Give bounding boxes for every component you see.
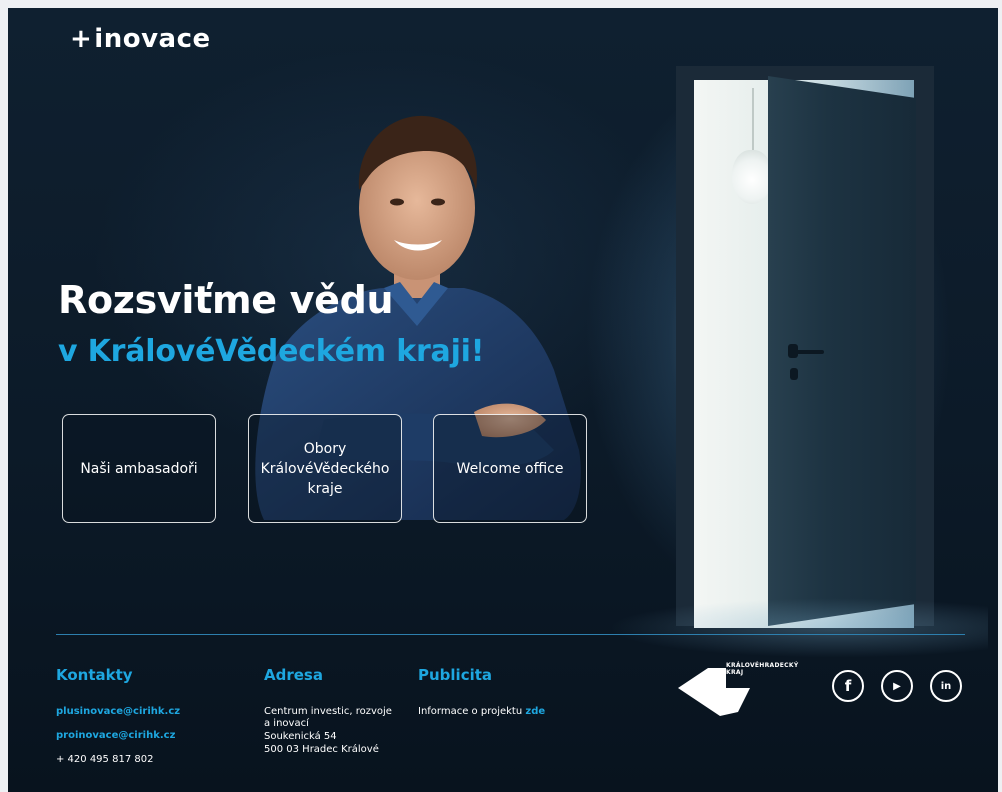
publicity-heading: Publicita: [418, 666, 493, 684]
facebook-glyph: f: [844, 677, 852, 695]
region-logo-line-2: KRAJ: [726, 669, 744, 676]
bulb-wire: [752, 88, 754, 158]
fields-card[interactable]: Obory KrálovéVědeckého kraje: [248, 414, 402, 523]
linkedin-glyph: in: [940, 680, 952, 692]
address-line-2: a inovací: [264, 718, 309, 729]
email-2-wrap: proinovace@cirihk.cz: [56, 730, 175, 742]
logo-text: inovace: [94, 24, 211, 54]
publicity-info: Informace o projektu zde: [418, 706, 545, 718]
email-1-wrap: plusinovace@cirihk.cz: [56, 706, 180, 718]
address-heading: Adresa: [264, 666, 323, 684]
hero-subtitle: v KrálovéVědeckém kraji!: [58, 334, 485, 369]
address-line-1: Centrum investic, rozvoje: [264, 706, 392, 717]
youtube-icon[interactable]: ▶: [881, 670, 913, 702]
hero-title: Rozsviťme vědu: [58, 278, 394, 322]
region-logo-line-1: KRÁLOVÉHRADECKÝ: [726, 662, 799, 669]
contacts-heading: Kontakty: [56, 666, 133, 684]
phone-number: + 420 495 817 802: [56, 754, 154, 765]
linkedin-icon[interactable]: in: [930, 670, 962, 702]
page-frame: +inovace Rozsviťme vědu v KrálovéVědecké…: [8, 8, 998, 792]
logo-plus: +: [70, 24, 93, 54]
facebook-icon[interactable]: f: [832, 670, 864, 702]
light-bulb-icon: [732, 150, 772, 204]
publicity-link[interactable]: zde: [525, 706, 545, 717]
door-handle: [794, 350, 824, 354]
floor-glow: [608, 598, 988, 658]
region-logo-text: KRÁLOVÉHRADECKÝ KRAJ: [726, 662, 798, 676]
email-link-pro[interactable]: proinovace@cirihk.cz: [56, 730, 175, 741]
publicity-text: Informace o projektu: [418, 706, 526, 717]
welcome-office-card[interactable]: Welcome office: [433, 414, 587, 523]
footer-divider: [56, 634, 965, 635]
youtube-glyph: ▶: [893, 680, 901, 692]
email-link-plus[interactable]: plusinovace@cirihk.cz: [56, 706, 180, 717]
address-line-3: Soukenická 54: [264, 731, 337, 742]
ambassadors-card[interactable]: Naši ambasadoři: [62, 414, 216, 523]
door-keyhole: [790, 368, 798, 380]
address-line-4: 500 03 Hradec Králové: [264, 744, 379, 755]
inovace-logo[interactable]: +inovace: [70, 24, 211, 54]
